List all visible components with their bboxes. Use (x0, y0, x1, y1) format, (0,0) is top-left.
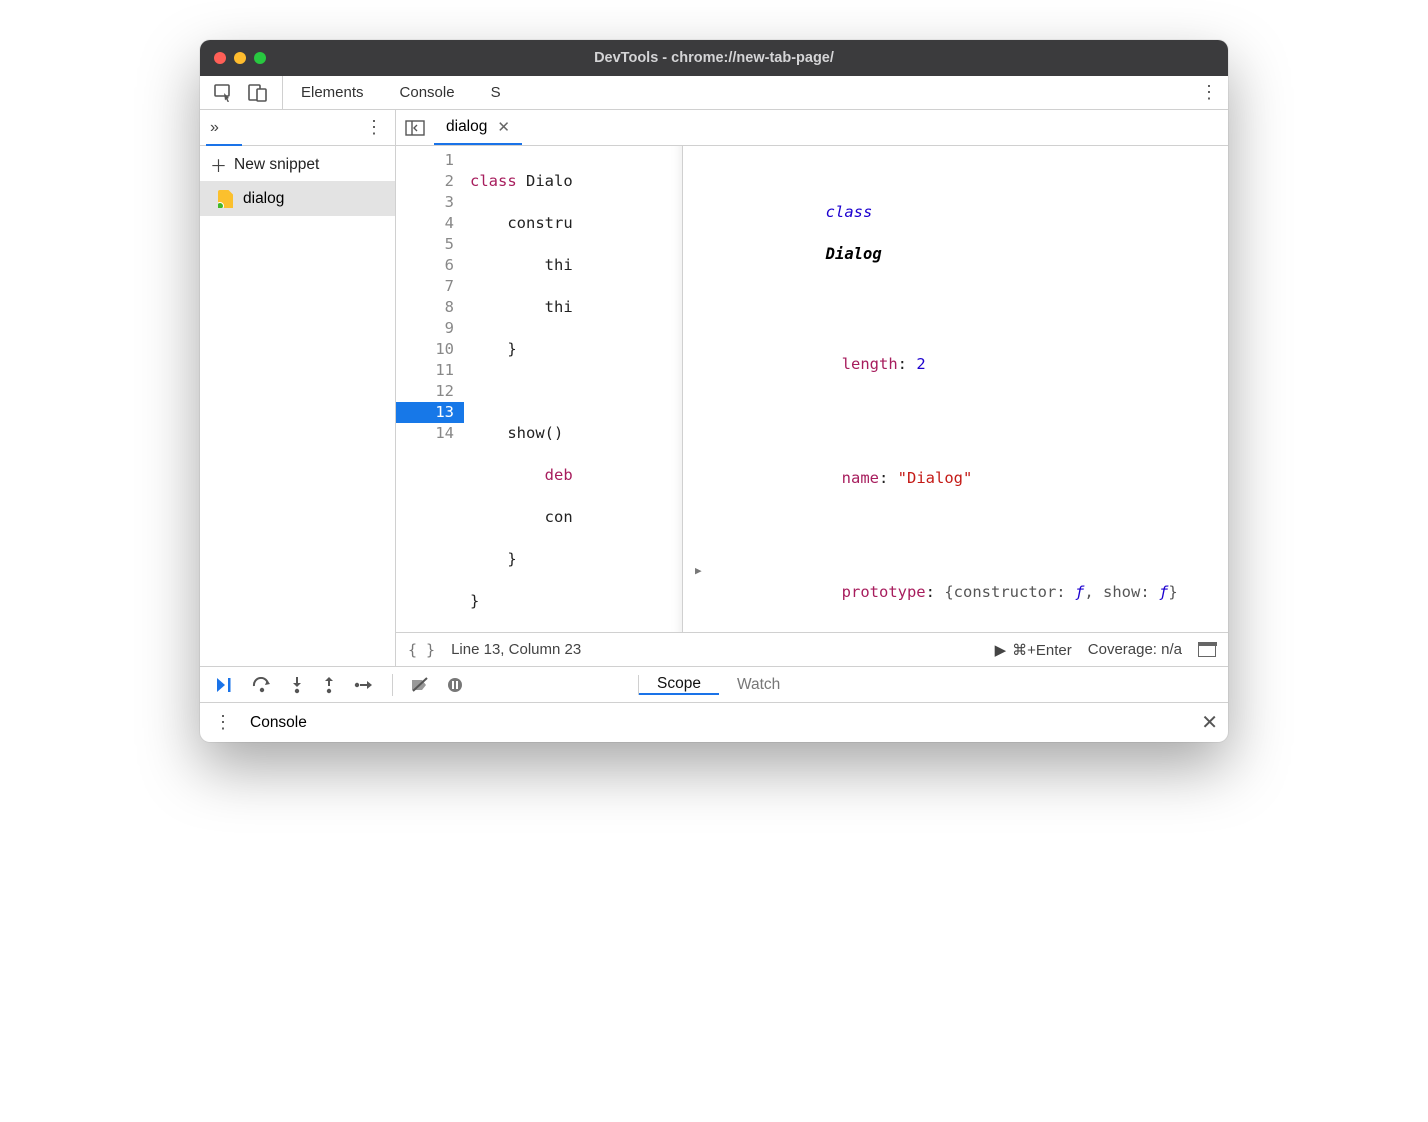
main-toolbar: Elements Console S ⋮ (200, 76, 1228, 110)
titlebar: DevTools - chrome://new-tab-page/ (200, 40, 1228, 76)
console-drawer: ⋮ Console ✕ (200, 702, 1228, 742)
editor-tab-label: dialog (446, 118, 487, 136)
tab-scope[interactable]: Scope (639, 675, 719, 695)
popover-title: class Dialog (695, 181, 1228, 286)
pause-on-exceptions-icon[interactable] (447, 677, 463, 693)
prop-name[interactable]: name: "Dialog" (695, 442, 1228, 514)
step-out-icon[interactable] (322, 676, 336, 694)
close-drawer-icon[interactable]: ✕ (1201, 710, 1218, 735)
run-snippet-button[interactable]: ▶ ⌘+Enter (995, 641, 1072, 659)
zoom-window-icon[interactable] (254, 52, 266, 64)
debugger-toolbar: Scope Watch (200, 666, 1228, 702)
plus-icon: ＋ (210, 152, 227, 177)
code-area[interactable]: 1234 5678 9101112 1314 class Dialo const… (396, 146, 1228, 632)
minimize-window-icon[interactable] (234, 52, 246, 64)
traffic-lights (214, 52, 266, 64)
line-gutter: 1234 5678 9101112 1314 (396, 146, 464, 632)
object-preview-popover: class Dialog length: 2 name: "Dialog" pr… (682, 146, 1228, 632)
snippet-item-dialog[interactable]: dialog (200, 182, 395, 216)
code-content[interactable]: class Dialo constru thi thi } show() deb… (464, 146, 1228, 632)
main-area: » ⋮ ＋ New snippet dialog dialog ✕ (200, 110, 1228, 666)
sidebar-tab-indicator (206, 144, 242, 146)
snippet-file-icon (218, 190, 233, 208)
coverage-label: Coverage: n/a (1088, 641, 1182, 658)
step-over-icon[interactable] (252, 677, 272, 693)
sidebar-more-icon[interactable]: ⋮ (361, 117, 387, 138)
tab-watch[interactable]: Watch (719, 675, 798, 695)
resume-icon[interactable] (216, 677, 234, 693)
editor-statusbar: { } Line 13, Column 23 ▶ ⌘+Enter Coverag… (396, 632, 1228, 666)
step-into-icon[interactable] (290, 676, 304, 694)
editor: dialog ✕ 1234 5678 9101112 1314 class Di… (396, 110, 1228, 666)
tab-sources[interactable]: S (473, 76, 519, 109)
step-icon[interactable] (354, 678, 374, 692)
tab-console[interactable]: Console (382, 76, 473, 109)
navigator-toggle-icon[interactable] (396, 110, 434, 145)
inspect-icon[interactable] (214, 84, 234, 102)
drawer-tab-console[interactable]: Console (250, 714, 307, 732)
close-window-icon[interactable] (214, 52, 226, 64)
device-toolbar-icon[interactable] (248, 84, 268, 102)
snippet-item-label: dialog (243, 190, 284, 208)
play-icon: ▶ (995, 641, 1007, 659)
more-options-icon[interactable]: ⋮ (1196, 82, 1222, 103)
close-tab-icon[interactable]: ✕ (497, 118, 510, 136)
new-snippet-button[interactable]: ＋ New snippet (200, 148, 395, 182)
editor-tab-dialog[interactable]: dialog ✕ (434, 110, 522, 145)
sidebar: » ⋮ ＋ New snippet dialog (200, 110, 396, 666)
new-snippet-label: New snippet (234, 156, 319, 174)
window-title: DevTools - chrome://new-tab-page/ (200, 50, 1228, 66)
prop-length[interactable]: length: 2 (695, 328, 1228, 400)
sidebar-header: » ⋮ (200, 110, 395, 146)
deactivate-breakpoints-icon[interactable] (411, 677, 429, 693)
editor-tabbar: dialog ✕ (396, 110, 1228, 146)
sidebar-expand-icon[interactable]: » (210, 119, 219, 137)
drawer-more-icon[interactable]: ⋮ (210, 712, 236, 733)
pretty-print-icon[interactable]: { } (408, 641, 435, 659)
devtools-window: DevTools - chrome://new-tab-page/ Elemen… (200, 40, 1228, 742)
debugger-sidebar-toggle-icon[interactable] (1198, 643, 1216, 657)
tab-elements[interactable]: Elements (283, 76, 382, 109)
cursor-position: Line 13, Column 23 (451, 641, 581, 658)
prop-prototype[interactable]: prototype: {constructor: ƒ, show: ƒ} (695, 556, 1228, 628)
